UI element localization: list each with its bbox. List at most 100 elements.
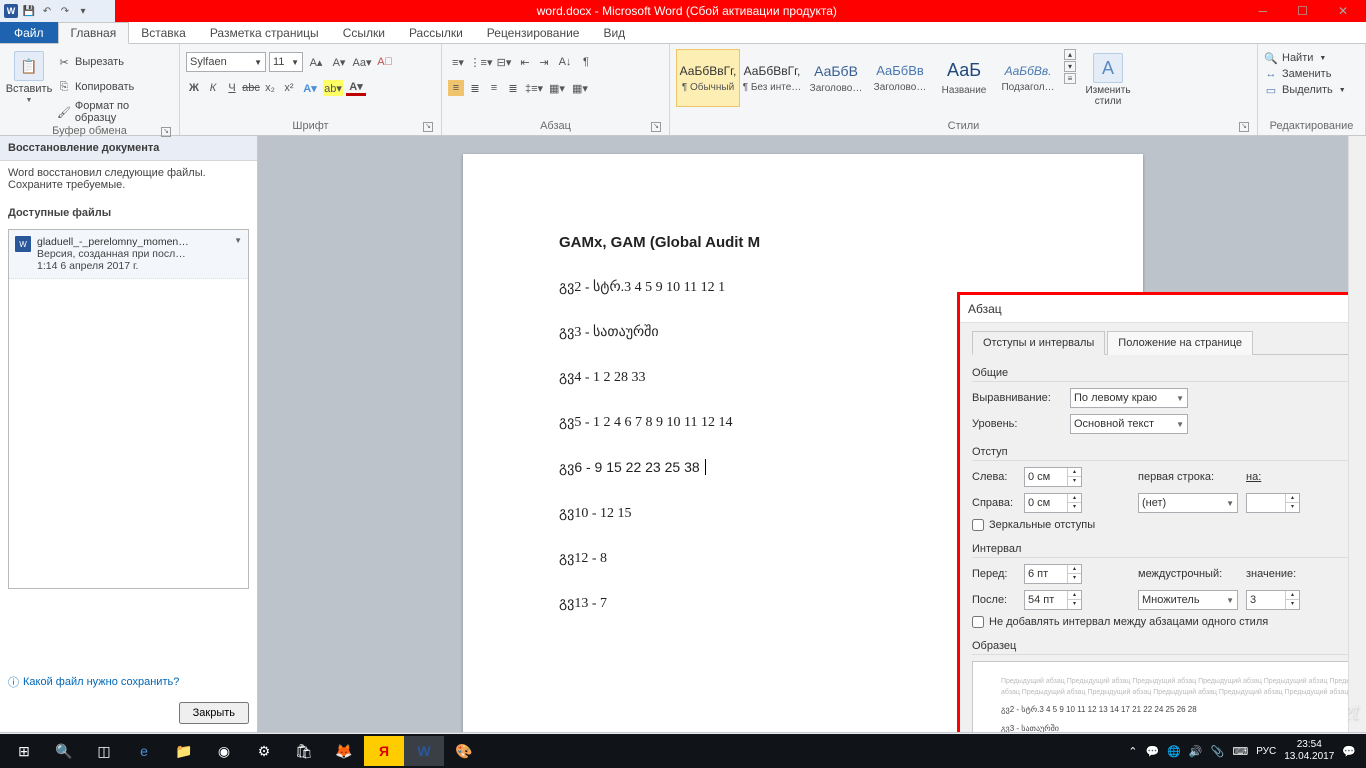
- tray-clip-icon[interactable]: 📎: [1211, 745, 1225, 758]
- close-button[interactable]: ✕: [1338, 4, 1348, 18]
- shading-icon[interactable]: ▦▾: [547, 80, 567, 96]
- shrink-font-icon[interactable]: A▾: [329, 54, 349, 70]
- style-button[interactable]: АаБНазвание: [932, 49, 996, 107]
- style-button[interactable]: АаБбВв.Подзагол…: [996, 49, 1060, 107]
- recovery-close-button[interactable]: Закрыть: [179, 702, 249, 724]
- multilevel-icon[interactable]: ⊟▾: [494, 54, 514, 70]
- strike-icon[interactable]: abc: [243, 80, 259, 96]
- paste-button[interactable]: 📋 Вставить ▼: [6, 47, 52, 104]
- qat-more-icon[interactable]: ▾: [76, 4, 90, 18]
- undo-icon[interactable]: ↶: [40, 4, 54, 18]
- task-view-icon[interactable]: ◫: [84, 736, 124, 766]
- highlight-icon[interactable]: ab▾: [323, 80, 343, 96]
- outline-level-select[interactable]: Основной текст▼: [1070, 414, 1188, 434]
- line-spacing-icon[interactable]: ‡≡▾: [524, 80, 544, 96]
- tray-clock[interactable]: 23:5413.04.2017: [1284, 739, 1334, 763]
- search-icon[interactable]: 🔍: [44, 736, 84, 766]
- font-color-icon[interactable]: A▾: [346, 80, 366, 96]
- tray-msg-icon[interactable]: 💬: [1146, 745, 1160, 758]
- underline-icon[interactable]: Ч: [224, 80, 240, 96]
- italic-icon[interactable]: К: [205, 80, 221, 96]
- tray-notify-icon[interactable]: 💬: [1342, 745, 1356, 758]
- tray-net-icon[interactable]: 🌐: [1167, 745, 1181, 758]
- mirror-indents-checkbox[interactable]: [972, 519, 984, 531]
- tab-mailings[interactable]: Рассылки: [397, 22, 475, 43]
- firefox-icon[interactable]: 🦊: [324, 736, 364, 766]
- tab-insert[interactable]: Вставка: [129, 22, 198, 43]
- replace-button[interactable]: ↔Заменить: [1264, 67, 1346, 81]
- line-spacing-value-input[interactable]: 3▴▾: [1246, 590, 1300, 610]
- cut-button[interactable]: ✂Вырезать: [56, 51, 173, 73]
- start-button[interactable]: ⊞: [4, 736, 44, 766]
- font-launcher-icon[interactable]: ↘: [423, 122, 433, 132]
- sort-icon[interactable]: A↓: [555, 54, 575, 70]
- borders-icon[interactable]: ▦▾: [570, 80, 590, 96]
- store-icon[interactable]: 🛍: [284, 736, 324, 766]
- copy-button[interactable]: ⎘Копировать: [56, 76, 173, 98]
- style-button[interactable]: АаБбВЗаголово…: [804, 49, 868, 107]
- tab-position[interactable]: Положение на странице: [1107, 331, 1253, 355]
- superscript-icon[interactable]: x²: [281, 80, 297, 96]
- clear-format-icon[interactable]: A⃠: [375, 54, 395, 70]
- tray-up-icon[interactable]: ⌃: [1128, 745, 1137, 758]
- tab-references[interactable]: Ссылки: [331, 22, 397, 43]
- no-space-same-style-checkbox[interactable]: [972, 616, 984, 628]
- tab-file[interactable]: Файл: [0, 22, 58, 43]
- change-styles-button[interactable]: A Изменить стили: [1080, 49, 1136, 107]
- style-button[interactable]: АаБбВвГг,¶ Обычный: [676, 49, 740, 107]
- subscript-icon[interactable]: x₂: [262, 80, 278, 96]
- explorer-icon[interactable]: 📁: [164, 736, 204, 766]
- tray-kbd-icon[interactable]: ⌨: [1232, 745, 1248, 758]
- redo-icon[interactable]: ↷: [58, 4, 72, 18]
- tab-review[interactable]: Рецензирование: [475, 22, 592, 43]
- special-indent-select[interactable]: (нет)▼: [1138, 493, 1238, 513]
- special-by-input[interactable]: ▴▾: [1246, 493, 1300, 513]
- grow-font-icon[interactable]: A▴: [306, 54, 326, 70]
- chrome-icon[interactable]: ◉: [204, 736, 244, 766]
- tray-vol-icon[interactable]: 🔊: [1189, 745, 1203, 758]
- word-taskbar-icon[interactable]: W: [404, 736, 444, 766]
- show-marks-icon[interactable]: ¶: [578, 54, 594, 70]
- line-spacing-select[interactable]: Множитель▼: [1138, 590, 1238, 610]
- justify-icon[interactable]: ≣: [505, 80, 521, 96]
- font-name-input[interactable]: Sylfaen▼: [186, 52, 266, 72]
- styles-scroll[interactable]: ▴ ▾ ≡: [1064, 49, 1076, 84]
- align-left-icon[interactable]: ≡: [448, 80, 464, 96]
- style-button[interactable]: АаБбВвГг,¶ Без инте…: [740, 49, 804, 107]
- space-before-input[interactable]: 6 пт▴▾: [1024, 564, 1082, 584]
- bullets-icon[interactable]: ≡▾: [448, 54, 468, 70]
- save-icon[interactable]: 💾: [22, 4, 36, 18]
- yandex-icon[interactable]: Я: [364, 736, 404, 766]
- recovery-item[interactable]: W gladuell_-_perelomny_momen… Версия, со…: [9, 230, 248, 279]
- maximize-button[interactable]: ☐: [1297, 4, 1308, 18]
- text-effects-icon[interactable]: A▾: [300, 80, 320, 96]
- dropdown-icon[interactable]: ▼: [234, 236, 242, 272]
- vertical-scrollbar[interactable]: [1348, 136, 1366, 732]
- paint-icon[interactable]: 🎨: [444, 736, 484, 766]
- font-size-input[interactable]: 11▼: [269, 52, 303, 72]
- tab-indents[interactable]: Отступы и интервалы: [972, 331, 1105, 355]
- tab-view[interactable]: Вид: [591, 22, 637, 43]
- settings-icon[interactable]: ⚙: [244, 736, 284, 766]
- tab-home[interactable]: Главная: [58, 22, 130, 44]
- select-button[interactable]: ▭Выделить▼: [1264, 83, 1346, 97]
- align-center-icon[interactable]: ≣: [467, 80, 483, 96]
- indent-left-input[interactable]: 0 см▴▾: [1024, 467, 1082, 487]
- edge-icon[interactable]: e: [124, 736, 164, 766]
- indent-right-input[interactable]: 0 см▴▾: [1024, 493, 1082, 513]
- recovery-question-link[interactable]: ⓘКакой файл нужно сохранить?: [0, 666, 257, 698]
- tab-layout[interactable]: Разметка страницы: [198, 22, 331, 43]
- space-after-input[interactable]: 54 пт▴▾: [1024, 590, 1082, 610]
- alignment-select[interactable]: По левому краю▼: [1070, 388, 1188, 408]
- numbering-icon[interactable]: ⋮≡▾: [471, 54, 491, 70]
- paragraph-launcher-icon[interactable]: ↘: [651, 122, 661, 132]
- indent-inc-icon[interactable]: ⇥: [536, 54, 552, 70]
- change-case-icon[interactable]: Aa▾: [352, 54, 372, 70]
- format-painter-button[interactable]: 🖌Формат по образцу: [56, 101, 173, 123]
- style-button[interactable]: АаБбВвЗаголово…: [868, 49, 932, 107]
- tray-lang[interactable]: РУС: [1256, 746, 1276, 757]
- align-right-icon[interactable]: ≡: [486, 80, 502, 96]
- styles-launcher-icon[interactable]: ↘: [1239, 122, 1249, 132]
- bold-icon[interactable]: Ж: [186, 80, 202, 96]
- find-button[interactable]: 🔍Найти▼: [1264, 51, 1346, 65]
